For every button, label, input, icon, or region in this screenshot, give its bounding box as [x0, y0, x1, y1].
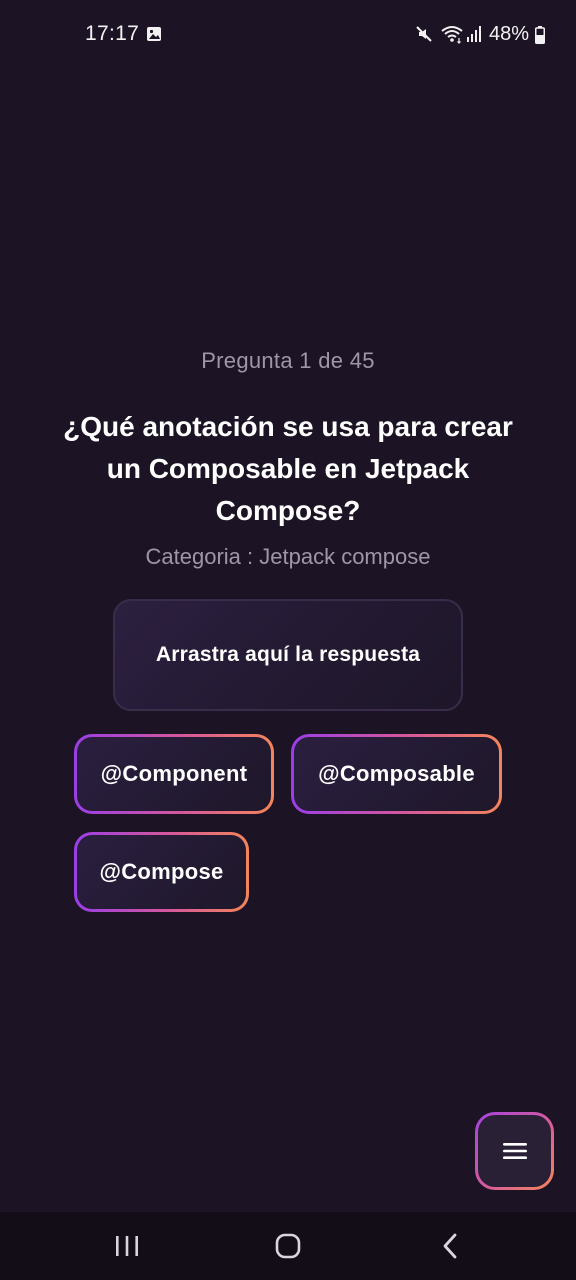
signal-icon [467, 26, 481, 42]
menu-button[interactable] [475, 1112, 554, 1190]
navigation-bar [0, 1212, 576, 1280]
answer-option-label: @Compose [77, 835, 246, 909]
mute-icon [416, 26, 432, 42]
answer-drop-zone[interactable]: Arrastra aquí la respuesta [113, 599, 463, 711]
question-text: ¿Qué anotación se usa para crear un Comp… [63, 411, 513, 526]
answer-option-label: @Composable [294, 737, 499, 811]
recents-icon[interactable] [114, 1234, 140, 1258]
question-category: Categoria : Jetpack compose [145, 544, 431, 569]
back-icon[interactable] [440, 1233, 460, 1259]
question-progress: Pregunta 1 de 45 [201, 348, 375, 373]
status-time: 17:17 [85, 22, 140, 45]
wifi-icon [441, 26, 463, 44]
home-icon[interactable] [274, 1233, 302, 1259]
menu-icon [502, 1143, 527, 1159]
battery-icon [535, 26, 545, 44]
status-bar: 17:17 48% [0, 0, 576, 70]
gallery-icon [147, 27, 161, 41]
answer-option-compose[interactable]: @Compose [74, 832, 249, 912]
answer-option-composable[interactable]: @Composable [291, 734, 502, 814]
battery-percentage: 48% [489, 23, 530, 45]
quiz-screen: 17:17 48% Pregunta 1 de 45 ¿Qué anotació… [0, 0, 576, 1280]
menu-button-surface [478, 1115, 551, 1187]
answer-option-component[interactable]: @Component [74, 734, 274, 814]
answer-option-label: @Component [77, 737, 271, 811]
drop-zone-label: Arrastra aquí la respuesta [155, 643, 421, 666]
